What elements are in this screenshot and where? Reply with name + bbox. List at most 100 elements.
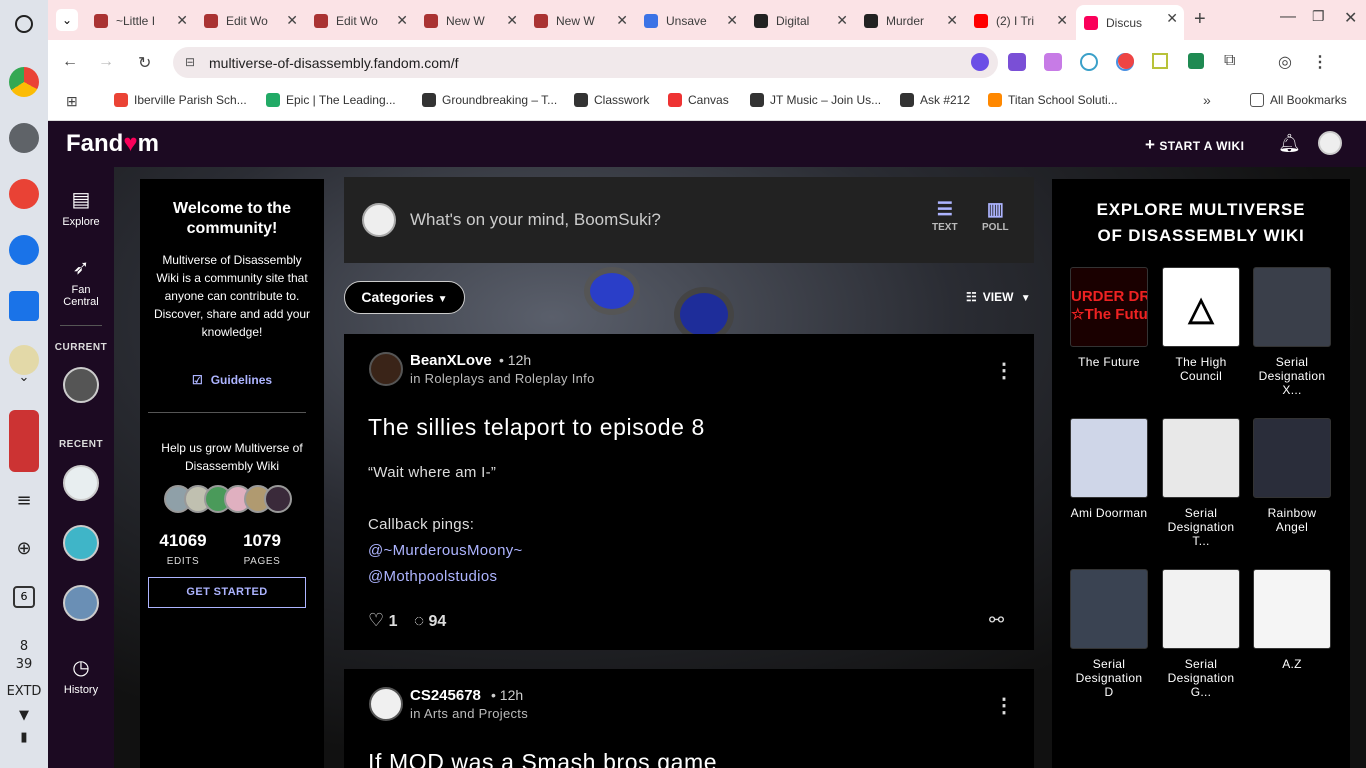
- tab-close-icon[interactable]: ✕: [286, 12, 298, 29]
- explore-tile[interactable]: Serial Designation T...: [1162, 418, 1240, 548]
- comment-icon[interactable]: ◌: [414, 611, 424, 630]
- extension-puzzle-icon[interactable]: [1008, 53, 1026, 71]
- wifi-icon[interactable]: ▼: [0, 708, 48, 723]
- heart-icon[interactable]: ♡: [368, 610, 384, 630]
- mention-link[interactable]: @~MurderousMoony~: [368, 542, 523, 559]
- post-composer[interactable]: What's on your mind, BoomSuki? ☰ TEXT ▥ PO…: [344, 177, 1034, 263]
- ime-indicator[interactable]: EXTD: [0, 684, 48, 699]
- view-dropdown[interactable]: ☷ VIEW ▼: [966, 290, 1031, 304]
- browser-tab[interactable]: Discus ✕: [1076, 5, 1184, 40]
- chevron-down-icon[interactable]: ⌄: [0, 370, 48, 385]
- fandom-logo[interactable]: Fand♥m: [66, 130, 159, 158]
- post-category[interactable]: in Roleplays and Roleplay Info: [410, 371, 595, 386]
- categories-dropdown[interactable]: Categories ▼: [344, 281, 465, 314]
- playlist-icon[interactable]: ≡: [0, 490, 48, 511]
- browser-tab[interactable]: New W ✕: [526, 7, 634, 34]
- tab-close-icon[interactable]: ✕: [616, 12, 628, 29]
- all-bookmarks[interactable]: All Bookmarks: [1250, 93, 1347, 107]
- tab-close-icon[interactable]: ✕: [396, 12, 408, 29]
- tab-close-icon[interactable]: ✕: [1056, 12, 1068, 29]
- start-a-wiki-button[interactable]: + START A WIKI: [1145, 135, 1244, 155]
- extension-hex-icon[interactable]: [1152, 53, 1168, 69]
- site-info-icon[interactable]: ⊟: [185, 55, 195, 69]
- screenshot-icon[interactable]: ◎: [1278, 52, 1292, 72]
- back-icon[interactable]: ←: [62, 53, 78, 71]
- guidelines-link[interactable]: ☑ Guidelines: [140, 373, 324, 387]
- close-window-button[interactable]: ✕: [1344, 8, 1357, 28]
- explore-tile[interactable]: Rainbow Angel: [1253, 418, 1331, 534]
- nav-history[interactable]: ◷ History: [48, 655, 114, 696]
- recent-wiki-avatar[interactable]: [63, 585, 99, 621]
- browser-tab[interactable]: Edit Wo ✕: [196, 7, 304, 34]
- settings-app-icon[interactable]: [9, 123, 39, 153]
- url-text[interactable]: multiverse-of-disassembly.fandom.com/f: [209, 55, 458, 71]
- explore-tile[interactable]: Serial Designation X...: [1253, 267, 1331, 397]
- avatar[interactable]: [264, 485, 292, 513]
- text-post-button[interactable]: ☰ TEXT: [932, 199, 958, 233]
- bookmark-item[interactable]: Classwork: [574, 93, 649, 107]
- launcher-icon[interactable]: [15, 15, 33, 33]
- maximize-button[interactable]: ❐: [1312, 8, 1325, 25]
- apps-grid-icon[interactable]: ⊞: [66, 93, 78, 110]
- bookmark-item[interactable]: Canvas: [668, 93, 729, 107]
- address-bar[interactable]: ⊟ multiverse-of-disassembly.fandom.com/f…: [173, 47, 998, 78]
- reload-icon[interactable]: ↻: [138, 53, 151, 73]
- extension-icon[interactable]: [1044, 53, 1062, 71]
- new-tab-button[interactable]: +: [1194, 8, 1206, 31]
- chrome-app-icon[interactable]: [9, 67, 39, 97]
- browser-tab[interactable]: Edit Wo ✕: [306, 7, 414, 34]
- tab-close-icon[interactable]: ✕: [836, 12, 848, 29]
- tab-search-icon[interactable]: ⌄: [56, 9, 78, 31]
- browser-tab[interactable]: Murder ✕: [856, 7, 964, 34]
- explore-tile[interactable]: URDER DR☆The Future The Future: [1070, 267, 1148, 369]
- recent-wiki-avatar[interactable]: [63, 465, 99, 501]
- tab-close-icon[interactable]: ✕: [1166, 10, 1178, 27]
- bookmark-item[interactable]: Ask #212: [900, 93, 970, 107]
- battery-icon[interactable]: ▮: [0, 730, 48, 745]
- explore-tile[interactable]: Ami Doorman: [1070, 418, 1148, 520]
- post-author[interactable]: CS245678: [410, 687, 481, 704]
- explore-tile[interactable]: A.Z: [1253, 569, 1331, 671]
- menu-icon[interactable]: ⋮: [1312, 52, 1328, 72]
- tab-close-icon[interactable]: ✕: [726, 12, 738, 29]
- current-wiki-avatar[interactable]: [63, 367, 99, 403]
- extensions-icon[interactable]: ⧉: [1224, 52, 1235, 70]
- post-author-avatar[interactable]: [369, 352, 403, 386]
- nav-fan-central[interactable]: ➶ Fan Central: [48, 255, 114, 308]
- bookmark-item[interactable]: Titan School Soluti...: [988, 93, 1118, 107]
- mention-link[interactable]: @Mothpoolstudios: [368, 568, 497, 585]
- explore-tile[interactable]: ▵ The High Council: [1162, 267, 1240, 383]
- browser-tab[interactable]: New W ✕: [416, 7, 524, 34]
- poll-post-button[interactable]: ▥ POLL: [982, 199, 1009, 233]
- post-menu-icon[interactable]: ⋮: [994, 693, 1014, 718]
- browser-tab[interactable]: Digital ✕: [746, 7, 854, 34]
- extension-k-icon[interactable]: [971, 53, 989, 71]
- post-title[interactable]: The sillies telaport to episode 8: [368, 414, 705, 441]
- bookmark-item[interactable]: Iberville Parish Sch...: [114, 93, 247, 107]
- paint-app-icon[interactable]: [9, 179, 39, 209]
- tab-close-icon[interactable]: ✕: [506, 12, 518, 29]
- post-author[interactable]: BeanXLove: [410, 352, 492, 369]
- minimize-button[interactable]: —: [1280, 8, 1296, 26]
- share-icon[interactable]: ⚯: [989, 610, 1004, 631]
- tab-close-icon[interactable]: ✕: [946, 12, 958, 29]
- pinned-app-icon[interactable]: [9, 410, 39, 472]
- extension-shield-icon[interactable]: [1080, 53, 1098, 71]
- post-category[interactable]: in Arts and Projects: [410, 706, 528, 721]
- bookmark-item[interactable]: JT Music – Join Us...: [750, 93, 881, 107]
- more-bookmarks-icon[interactable]: »: [1203, 92, 1211, 108]
- recent-wiki-avatar[interactable]: [63, 525, 99, 561]
- notifications-bell-icon[interactable]: 🔔︎: [1278, 133, 1301, 154]
- camera-app-icon[interactable]: [9, 235, 39, 265]
- post-card[interactable]: CS245678 • 12h in Arts and Projects ⋮ If…: [344, 669, 1034, 768]
- browser-tab[interactable]: ~Little I ✕: [86, 7, 194, 34]
- bookmark-item[interactable]: Groundbreaking – T...: [422, 93, 557, 107]
- extension-tomato-icon[interactable]: [1118, 53, 1134, 69]
- explore-tile[interactable]: Serial Designation D: [1070, 569, 1148, 699]
- post-author-avatar[interactable]: [369, 687, 403, 721]
- calendar-icon[interactable]: 6: [13, 586, 35, 608]
- nav-explore[interactable]: ▤ Explore: [48, 187, 114, 228]
- browser-tab[interactable]: (2) I Tri ✕: [966, 7, 1074, 34]
- browser-tab[interactable]: Unsave ✕: [636, 7, 744, 34]
- user-avatar[interactable]: [1318, 131, 1342, 155]
